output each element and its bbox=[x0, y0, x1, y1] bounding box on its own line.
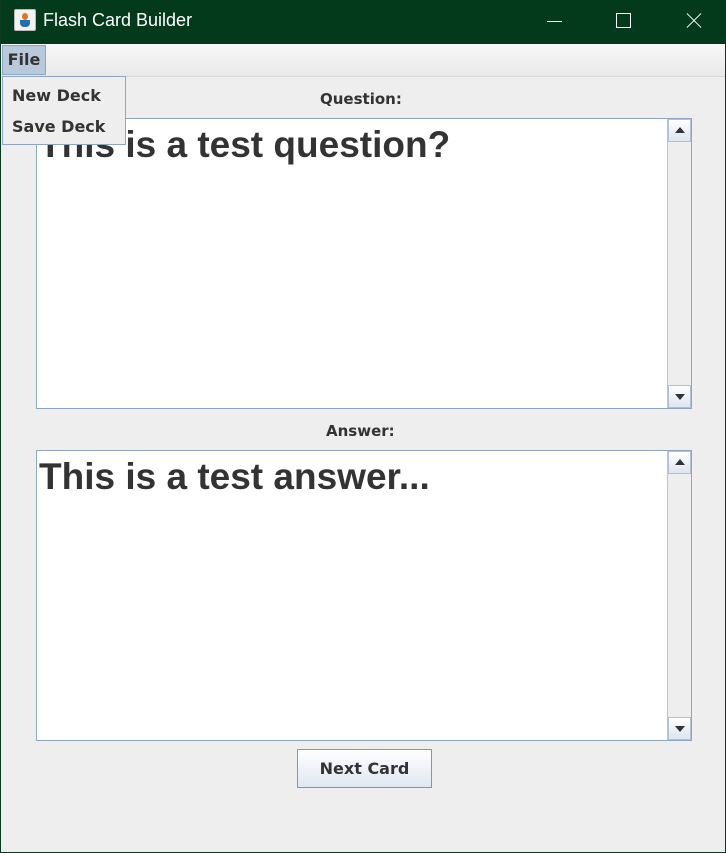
new-deck-menu-item[interactable]: New Deck bbox=[12, 86, 101, 105]
answer-scroll-up-button[interactable] bbox=[668, 451, 691, 474]
java-cup-icon bbox=[20, 20, 30, 27]
flash-card-builder-window: Flash Card Builder File New Deck Save De… bbox=[0, 0, 726, 853]
menu-bar: File bbox=[1, 44, 725, 77]
maximize-button[interactable] bbox=[588, 0, 658, 44]
question-scroll-down-button[interactable] bbox=[668, 385, 691, 408]
next-card-button[interactable]: Next Card bbox=[297, 749, 432, 788]
close-button[interactable] bbox=[658, 0, 726, 44]
answer-label: Answer: bbox=[326, 422, 395, 440]
java-flame-icon bbox=[22, 13, 28, 20]
save-deck-menu-item[interactable]: Save Deck bbox=[12, 117, 105, 136]
scroll-down-arrow-icon bbox=[675, 394, 685, 400]
question-scroll-up-button[interactable] bbox=[668, 119, 691, 142]
question-textarea[interactable]: This is a test question? bbox=[36, 118, 692, 409]
answer-textarea[interactable]: This is a test answer... bbox=[36, 450, 692, 741]
title-bar[interactable]: Flash Card Builder bbox=[1, 0, 726, 44]
window-title: Flash Card Builder bbox=[43, 10, 193, 30]
answer-text[interactable]: This is a test answer... bbox=[39, 456, 430, 498]
scroll-up-arrow-icon bbox=[675, 127, 685, 133]
answer-scrollbar[interactable] bbox=[667, 451, 691, 740]
file-menu-dropdown: New Deck Save Deck bbox=[2, 76, 126, 145]
scroll-up-arrow-icon bbox=[675, 459, 685, 465]
file-menu[interactable]: File bbox=[2, 45, 46, 75]
question-scrollbar[interactable] bbox=[667, 119, 691, 408]
minimize-button[interactable] bbox=[518, 0, 588, 44]
answer-scroll-down-button[interactable] bbox=[668, 717, 691, 740]
java-app-icon bbox=[14, 9, 36, 31]
scroll-down-arrow-icon bbox=[675, 726, 685, 732]
question-label: Question: bbox=[320, 90, 402, 108]
